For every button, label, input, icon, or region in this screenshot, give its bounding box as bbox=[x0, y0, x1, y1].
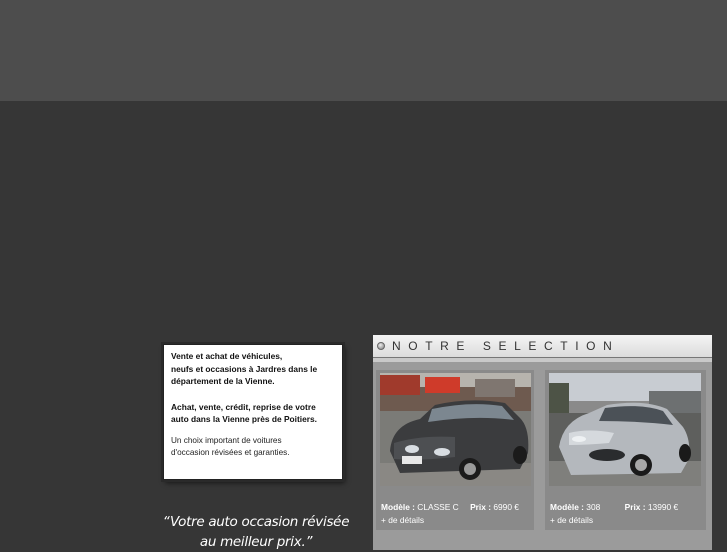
selection-header: NOTRE SELECTION bbox=[373, 335, 712, 358]
intro-line: Achat, vente, crédit, reprise de votre bbox=[171, 401, 316, 412]
car-info-line: Modèle : 308 Prix : 13990 € bbox=[550, 502, 678, 512]
intro-text-box: Vente et achat de véhicules, neufs et oc… bbox=[163, 344, 343, 480]
price-label: Prix : bbox=[470, 502, 492, 512]
car-photo[interactable] bbox=[549, 373, 701, 486]
details-link[interactable]: + de détails bbox=[381, 515, 424, 525]
car-card[interactable]: Modèle : 308 Prix : 13990 € + de détails bbox=[545, 370, 706, 530]
header-divider bbox=[373, 358, 712, 362]
header-band bbox=[0, 0, 727, 101]
bullet-icon bbox=[377, 342, 385, 350]
peugeot-car-icon bbox=[549, 373, 701, 486]
intro-line: d'occasion révisées et garanties. bbox=[171, 448, 290, 457]
car-price: 13990 € bbox=[647, 502, 679, 512]
car-model: 308 bbox=[586, 502, 601, 512]
car-info-line: Modèle : CLASSE C Prix : 6990 € bbox=[381, 502, 519, 512]
car-card[interactable]: Modèle : CLASSE C Prix : 6990 € + de dét… bbox=[376, 370, 534, 530]
mercedes-car-icon bbox=[380, 373, 531, 486]
car-price: 6990 € bbox=[493, 502, 519, 512]
model-label: Modèle : bbox=[550, 502, 584, 512]
model-label: Modèle : bbox=[381, 502, 415, 512]
slogan-line: “Votre auto occasion révisée bbox=[162, 514, 350, 530]
intro-line: auto dans la Vienne près de Poitiers. bbox=[171, 414, 317, 424]
intro-line: Vente et achat de véhicules, bbox=[171, 351, 283, 361]
details-link[interactable]: + de détails bbox=[550, 515, 593, 525]
slogan-line: au meilleur prix.” bbox=[199, 534, 313, 550]
selection-title: NOTRE SELECTION bbox=[392, 339, 620, 353]
intro-line: neufs et occasions à Jardres dans le bbox=[171, 363, 318, 374]
intro-line: département de la Vienne. bbox=[171, 376, 275, 386]
price-label: Prix : bbox=[624, 502, 646, 512]
intro-line: Un choix important de voitures bbox=[171, 435, 282, 445]
car-photo[interactable] bbox=[380, 373, 531, 486]
car-model: CLASSE C bbox=[417, 502, 459, 512]
selection-panel: NOTRE SELECTION Modèle: CLASSE C Prix:… bbox=[373, 335, 712, 550]
slogan-quote: “Votre auto occasion révisée au meilleur… bbox=[150, 512, 362, 552]
